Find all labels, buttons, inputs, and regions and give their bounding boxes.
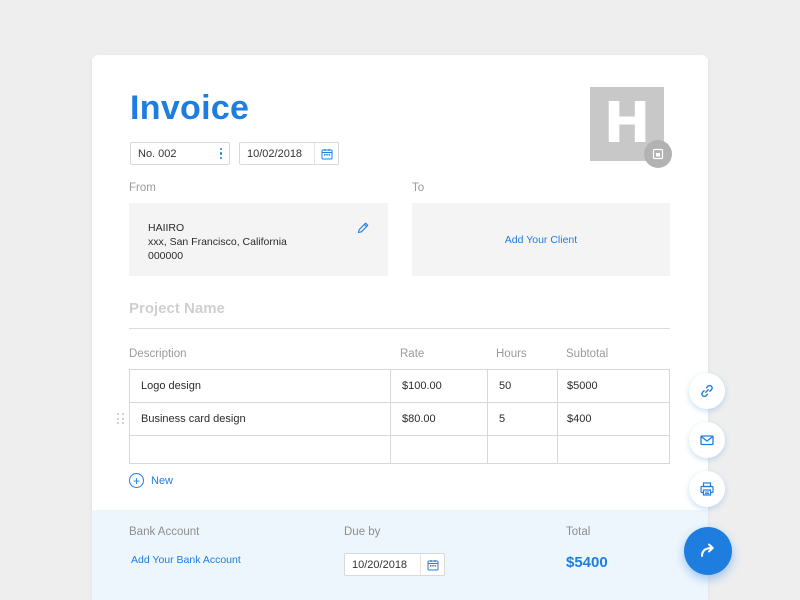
col-header-hours: Hours — [496, 348, 527, 360]
sender-zip: 000000 — [148, 250, 184, 262]
subtotal-cell: $5000 — [567, 380, 598, 392]
rate-cell[interactable]: $80.00 — [391, 403, 488, 435]
bank-account-label: Bank Account — [129, 526, 200, 538]
calendar-icon — [321, 148, 332, 159]
kebab-icon — [219, 147, 223, 160]
due-by-label: Due by — [344, 526, 381, 538]
add-line-item-label: New — [151, 474, 174, 487]
invoice-date-picker[interactable] — [314, 143, 338, 164]
due-date-value: 10/20/2018 — [352, 559, 408, 571]
subtotal-cell — [558, 436, 669, 463]
link-icon — [701, 384, 713, 398]
col-header-rate: Rate — [400, 348, 425, 360]
add-client-area[interactable]: Add Your Client — [412, 203, 670, 276]
hours-cell[interactable] — [488, 436, 558, 463]
total-label: Total — [566, 526, 591, 538]
line-items-table: Logo design $100.00 50 $5000 Business ca… — [129, 369, 670, 464]
edit-pencil-icon[interactable] — [356, 221, 370, 235]
print-button[interactable] — [689, 471, 725, 507]
sender-card: HAIIRO xxx, San Francisco, California 00… — [129, 203, 388, 276]
project-name-input[interactable]: Project Name — [129, 300, 225, 317]
col-header-subtotal: Subtotal — [566, 348, 609, 360]
hours-cell[interactable]: 5 — [488, 403, 558, 435]
from-label: From — [129, 182, 156, 194]
subtotal-cell: $400 — [567, 413, 592, 425]
sender-address: xxx, San Francisco, California — [148, 236, 287, 248]
to-label: To — [412, 182, 425, 194]
logo-letter: H — [603, 91, 651, 156]
print-icon — [700, 482, 714, 496]
invoice-number-value: No. 002 — [138, 148, 177, 160]
due-date-picker[interactable] — [420, 554, 444, 575]
hours-cell[interactable]: 50 — [488, 370, 558, 402]
rate-cell[interactable] — [391, 436, 488, 463]
mail-icon — [700, 435, 714, 446]
copy-link-button[interactable] — [689, 373, 725, 409]
share-icon — [701, 543, 714, 557]
invoice-number-menu[interactable] — [213, 143, 229, 164]
email-button[interactable] — [689, 422, 725, 458]
invoice-date-field[interactable]: 10/02/2018 — [239, 142, 339, 165]
rate-cell[interactable]: $100.00 — [391, 370, 488, 402]
divider — [129, 328, 670, 329]
table-row-empty — [130, 436, 669, 463]
invoice-date-value: 10/02/2018 — [247, 148, 303, 160]
col-header-description: Description — [129, 348, 187, 360]
drag-handle-icon[interactable] — [117, 413, 125, 425]
total-amount: $5400 — [566, 554, 608, 571]
description-cell[interactable] — [130, 436, 391, 463]
description-cell[interactable]: Business card design — [130, 403, 391, 435]
table-row: Business card design $80.00 5 $400 — [130, 403, 669, 436]
add-bank-account-link[interactable]: Add Your Bank Account — [131, 554, 241, 566]
sender-name: HAIIRO — [148, 222, 185, 234]
invoice-number-field[interactable]: No. 002 — [130, 142, 230, 165]
calendar-icon — [427, 559, 438, 570]
due-date-field[interactable]: 10/20/2018 — [344, 553, 445, 576]
image-icon — [652, 148, 664, 160]
add-line-item-button[interactable]: + New — [129, 473, 173, 488]
change-logo-button[interactable] — [644, 140, 672, 168]
plus-circle-icon: + — [129, 473, 144, 488]
description-cell[interactable]: Logo design — [130, 370, 391, 402]
invoice-card: Invoice No. 002 10/02/2018 H From To HAI… — [92, 55, 708, 600]
add-client-link[interactable]: Add Your Client — [505, 234, 577, 246]
page-title: Invoice — [130, 89, 250, 127]
invoice-footer: Bank Account Due by Total Add Your Bank … — [92, 510, 708, 600]
send-invoice-button[interactable] — [684, 527, 732, 575]
table-row: Logo design $100.00 50 $5000 — [130, 370, 669, 403]
